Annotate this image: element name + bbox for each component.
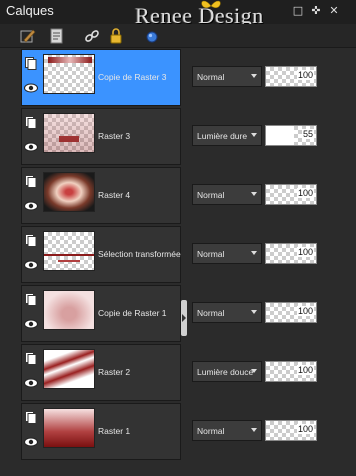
globe-icon[interactable]	[144, 28, 160, 44]
eye-icon[interactable]	[24, 83, 38, 93]
layer-name: Sélection transformée	[98, 249, 181, 259]
layer-thumbnail[interactable]	[43, 408, 95, 448]
layer-thumbnail[interactable]	[43, 290, 95, 330]
mask-icon[interactable]	[25, 175, 37, 188]
properties-icon[interactable]	[49, 28, 65, 44]
opacity-value: 100	[296, 306, 314, 316]
layers-toolbar	[0, 24, 356, 48]
blend-mode-label: Normal	[197, 190, 225, 200]
layer-name: Raster 4	[98, 190, 131, 200]
opacity-slider[interactable]: 100	[265, 302, 317, 323]
eye-icon[interactable]	[24, 319, 38, 329]
opacity-slider[interactable]: 100	[265, 184, 317, 205]
layer-row[interactable]: Copie de Raster 3	[21, 49, 181, 106]
blend-mode-select[interactable]: Normal	[192, 243, 262, 264]
blend-mode-select[interactable]: Normal	[192, 302, 262, 323]
opacity-value: 100	[296, 365, 314, 375]
eye-icon[interactable]	[24, 201, 38, 211]
chevron-down-icon	[251, 428, 257, 432]
panel-title: Calques	[6, 3, 54, 18]
layer-name: Raster 3	[98, 131, 131, 141]
opacity-fill	[266, 126, 294, 145]
mask-icon[interactable]	[25, 352, 37, 365]
mask-icon[interactable]	[25, 57, 37, 70]
blend-mode-select[interactable]: Normal	[192, 184, 262, 205]
blend-mode-label: Lumière dure	[197, 131, 248, 141]
layer-name: Copie de Raster 1	[98, 308, 167, 318]
layer-row[interactable]: Raster 4	[21, 167, 181, 224]
chevron-down-icon	[251, 192, 257, 196]
chevron-down-icon	[251, 133, 257, 137]
opacity-slider[interactable]: 100	[265, 243, 317, 264]
opacity-value: 100	[296, 247, 314, 257]
blend-mode-label: Normal	[197, 308, 225, 318]
opacity-value: 100	[296, 424, 314, 434]
link-icon[interactable]	[84, 28, 100, 44]
opacity-slider[interactable]: 55	[265, 125, 317, 146]
chevron-down-icon	[251, 251, 257, 255]
edit-layer-icon[interactable]	[20, 28, 36, 44]
lock-icon[interactable]	[108, 28, 124, 44]
layer-name: Raster 2	[98, 367, 131, 377]
opacity-value: 55	[301, 129, 314, 139]
eye-icon[interactable]	[24, 142, 38, 152]
panel-bottom-bar	[0, 466, 356, 476]
restore-icon[interactable]: □	[292, 5, 304, 17]
eye-icon[interactable]	[24, 437, 38, 447]
mask-icon[interactable]	[25, 293, 37, 306]
eye-icon[interactable]	[24, 378, 38, 388]
blend-mode-label: Normal	[197, 72, 225, 82]
layer-row[interactable]: Raster 3	[21, 108, 181, 165]
layer-thumbnail[interactable]	[43, 113, 95, 153]
layers-list: Copie de Raster 3 Normal 100 Raster 3 Lumièr…	[0, 49, 356, 466]
chevron-down-icon	[251, 310, 257, 314]
layer-thumbnail[interactable]	[43, 54, 95, 94]
layer-name: Copie de Raster 3	[98, 72, 167, 82]
mask-icon[interactable]	[25, 411, 37, 424]
layer-thumbnail[interactable]	[43, 172, 95, 212]
blend-mode-select[interactable]: Lumière dure	[192, 125, 262, 146]
layer-thumbnail[interactable]	[43, 231, 95, 271]
blend-mode-label: Lumière douce	[197, 367, 254, 377]
blend-mode-label: Normal	[197, 249, 225, 259]
blend-mode-select[interactable]: Normal	[192, 66, 262, 87]
close-icon[interactable]: ✕	[328, 5, 340, 17]
layer-thumbnail[interactable]	[43, 349, 95, 389]
opacity-slider[interactable]: 100	[265, 66, 317, 87]
mask-icon[interactable]	[25, 116, 37, 129]
layer-name: Raster 1	[98, 426, 131, 436]
layer-row[interactable]: Raster 1	[21, 403, 181, 460]
layer-row[interactable]: Sélection transformée	[21, 226, 181, 283]
layer-row[interactable]: Copie de Raster 1	[21, 285, 181, 342]
opacity-slider[interactable]: 100	[265, 361, 317, 382]
opacity-value: 100	[296, 188, 314, 198]
opacity-slider[interactable]: 100	[265, 420, 317, 441]
blend-mode-label: Normal	[197, 426, 225, 436]
mask-icon[interactable]	[25, 234, 37, 247]
blend-mode-select[interactable]: Normal	[192, 420, 262, 441]
eye-icon[interactable]	[24, 260, 38, 270]
chevron-down-icon	[251, 74, 257, 78]
panel-splitter-handle[interactable]	[181, 300, 187, 336]
chevron-down-icon	[251, 369, 257, 373]
panel-titlebar: Calques Renee Design □ ✜ ✕	[0, 0, 356, 28]
pin-icon[interactable]: ✜	[310, 5, 322, 17]
opacity-value: 100	[296, 70, 314, 80]
blend-mode-select[interactable]: Lumière douce	[192, 361, 262, 382]
layer-row[interactable]: Raster 2	[21, 344, 181, 401]
